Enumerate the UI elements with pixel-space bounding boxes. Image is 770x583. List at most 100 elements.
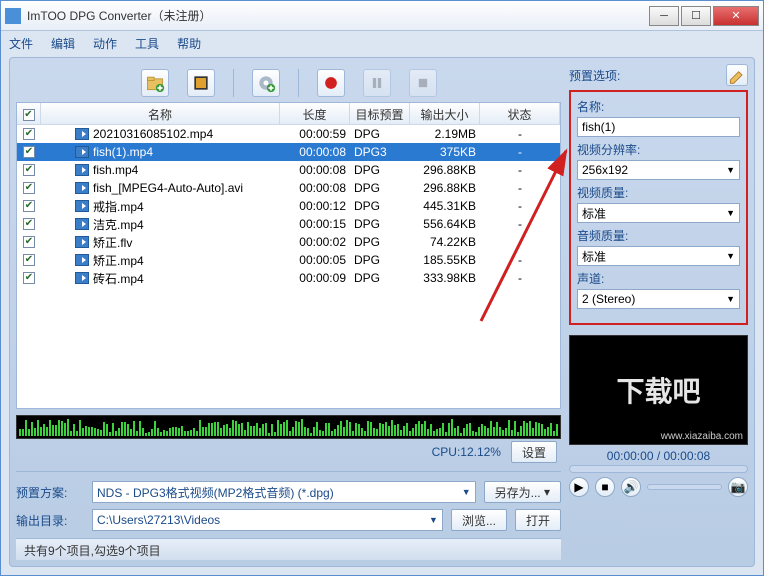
- preset-options-title: 预置选项:: [569, 67, 620, 84]
- file-name: fish(1).mp4: [93, 145, 153, 159]
- file-length: 00:00:08: [280, 180, 350, 196]
- maximize-button[interactable]: ☐: [681, 6, 711, 26]
- file-length: 00:00:12: [280, 198, 350, 214]
- file-status: -: [480, 234, 560, 250]
- preset-resolution-label: 视频分辨率:: [577, 141, 740, 158]
- video-icon: [75, 128, 89, 140]
- add-clip-button[interactable]: [187, 69, 215, 97]
- file-length: 00:00:59: [280, 126, 350, 142]
- preset-aq-label: 音频质量:: [577, 227, 740, 244]
- snapshot-button[interactable]: 📷: [728, 477, 748, 497]
- stop-preview-button[interactable]: ■: [595, 477, 615, 497]
- file-name: 洁克.mp4: [93, 216, 144, 233]
- header-preset[interactable]: 目标预置: [350, 103, 410, 124]
- edit-preset-button[interactable]: [726, 64, 748, 86]
- save-as-button[interactable]: 另存为... ▾: [484, 481, 561, 503]
- row-checkbox[interactable]: [23, 200, 35, 212]
- preset-resolution-dropdown[interactable]: 256x192▼: [577, 160, 740, 180]
- profile-dropdown[interactable]: NDS - DPG3格式视频(MP2格式音频) (*.dpg)▼: [92, 481, 476, 503]
- file-size: 74.22KB: [410, 234, 480, 250]
- table-row[interactable]: fish_[MPEG4-Auto-Auto].avi00:00:08DPG296…: [17, 179, 560, 197]
- file-size: 556.64KB: [410, 216, 480, 232]
- row-checkbox[interactable]: [23, 236, 35, 248]
- open-button[interactable]: 打开: [515, 509, 561, 531]
- file-preset: DPG: [350, 270, 410, 286]
- table-row[interactable]: fish(1).mp400:00:08DPG3375KB-: [17, 143, 560, 161]
- cpu-settings-button[interactable]: 设置: [511, 441, 557, 463]
- table-row[interactable]: fish.mp400:00:08DPG296.88KB-: [17, 161, 560, 179]
- preview-area: 下载吧 www.xiazaiba.com: [569, 335, 748, 445]
- video-icon: [75, 218, 89, 230]
- file-length: 00:00:09: [280, 270, 350, 286]
- row-checkbox[interactable]: [23, 218, 35, 230]
- add-file-button[interactable]: [141, 69, 169, 97]
- close-button[interactable]: ✕: [713, 6, 759, 26]
- browse-button[interactable]: 浏览...: [451, 509, 507, 531]
- status-bar: 共有9个项目,勾选9个项目: [16, 538, 561, 560]
- file-preset: DPG: [350, 180, 410, 196]
- file-name: 戒指.mp4: [93, 198, 144, 215]
- volume-button[interactable]: 🔊: [621, 477, 641, 497]
- row-checkbox[interactable]: [23, 128, 35, 140]
- preset-name-input[interactable]: fish(1): [577, 117, 740, 137]
- watermark-text: 下载吧: [616, 370, 700, 410]
- table-row[interactable]: 矫正.mp400:00:05DPG185.55KB-: [17, 251, 560, 269]
- output-label: 输出目录:: [16, 512, 84, 529]
- file-name: 矫正.mp4: [93, 252, 144, 269]
- video-icon: [75, 164, 89, 176]
- table-row[interactable]: 戒指.mp400:00:12DPG445.31KB-: [17, 197, 560, 215]
- file-length: 00:00:05: [280, 252, 350, 268]
- file-status: -: [480, 126, 560, 142]
- row-checkbox[interactable]: [23, 146, 35, 158]
- preset-channel-dropdown[interactable]: 2 (Stereo)▼: [577, 289, 740, 309]
- volume-slider[interactable]: [647, 484, 722, 490]
- header-size[interactable]: 输出大小: [410, 103, 480, 124]
- settings-button[interactable]: [252, 69, 280, 97]
- header-status[interactable]: 状态: [480, 103, 560, 124]
- menu-edit[interactable]: 编辑: [51, 35, 75, 52]
- file-preset: DPG: [350, 216, 410, 232]
- menu-action[interactable]: 动作: [93, 35, 117, 52]
- preset-aq-dropdown[interactable]: 标准▼: [577, 246, 740, 266]
- pause-button[interactable]: [363, 69, 391, 97]
- file-preset: DPG: [350, 126, 410, 142]
- seek-slider[interactable]: [569, 465, 748, 473]
- file-preset: DPG: [350, 234, 410, 250]
- menubar: 文件 编辑 动作 工具 帮助: [1, 31, 763, 55]
- row-checkbox[interactable]: [23, 164, 35, 176]
- preset-vq-label: 视频质量:: [577, 184, 740, 201]
- row-checkbox[interactable]: [23, 254, 35, 266]
- row-checkbox[interactable]: [23, 182, 35, 194]
- header-length[interactable]: 长度: [280, 103, 350, 124]
- file-status: -: [480, 252, 560, 268]
- row-checkbox[interactable]: [23, 272, 35, 284]
- file-preset: DPG: [350, 198, 410, 214]
- menu-file[interactable]: 文件: [9, 35, 33, 52]
- table-row[interactable]: 洁克.mp400:00:15DPG556.64KB-: [17, 215, 560, 233]
- preset-channel-label: 声道:: [577, 270, 740, 287]
- record-button[interactable]: [317, 69, 345, 97]
- menu-help[interactable]: 帮助: [177, 35, 201, 52]
- minimize-button[interactable]: ─: [649, 6, 679, 26]
- header-name[interactable]: 名称: [41, 103, 280, 124]
- file-name: 矫正.flv: [93, 234, 132, 251]
- file-status: -: [480, 216, 560, 232]
- file-status: -: [480, 198, 560, 214]
- file-length: 00:00:08: [280, 144, 350, 160]
- file-list: 名称 长度 目标预置 输出大小 状态 20210316085102.mp400:…: [16, 102, 561, 409]
- stop-button[interactable]: [409, 69, 437, 97]
- output-path-field[interactable]: C:\Users\27213\Videos▼: [92, 509, 443, 531]
- table-row[interactable]: 砖石.mp400:00:09DPG333.98KB-: [17, 269, 560, 287]
- header-checkbox[interactable]: [17, 103, 41, 124]
- waveform-bar: [16, 415, 561, 439]
- file-status: -: [480, 270, 560, 286]
- table-row[interactable]: 20210316085102.mp400:00:59DPG2.19MB-: [17, 125, 560, 143]
- file-length: 00:00:08: [280, 162, 350, 178]
- play-button[interactable]: ▶: [569, 477, 589, 497]
- table-row[interactable]: 矫正.flv00:00:02DPG74.22KB-: [17, 233, 560, 251]
- file-status: -: [480, 144, 560, 160]
- file-size: 375KB: [410, 144, 480, 160]
- video-icon: [75, 146, 89, 158]
- preset-vq-dropdown[interactable]: 标准▼: [577, 203, 740, 223]
- menu-tools[interactable]: 工具: [135, 35, 159, 52]
